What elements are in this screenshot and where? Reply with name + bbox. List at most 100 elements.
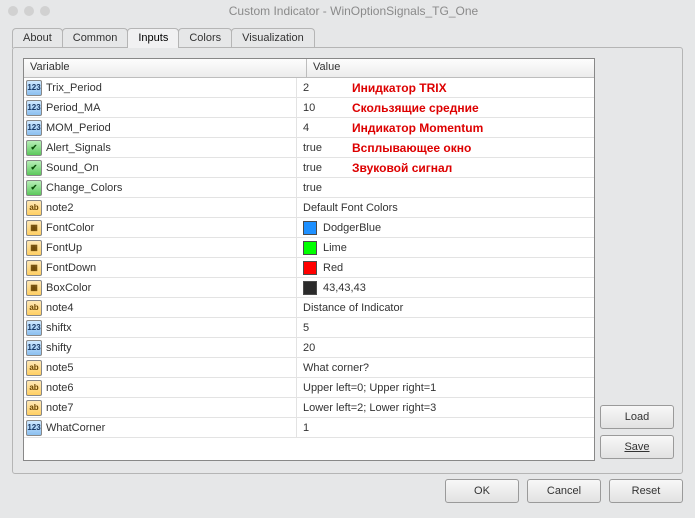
variable-cell[interactable]: abnote4 bbox=[24, 298, 297, 317]
table-row[interactable]: abnote6 Upper left=0; Upper right=1 bbox=[24, 378, 594, 398]
variable-cell[interactable]: ✔Alert_Signals bbox=[24, 138, 297, 157]
value-text: true bbox=[303, 182, 322, 194]
value-cell[interactable]: 20 bbox=[297, 338, 594, 357]
save-button-label: Save bbox=[624, 441, 649, 453]
value-cell[interactable]: trueЗвуковой сигнал bbox=[297, 158, 594, 177]
dialog-buttons: OK Cancel Reset bbox=[445, 476, 683, 506]
table-body: 123Trix_Period2Инидкатор TRIX123Period_M… bbox=[24, 78, 594, 438]
table-row[interactable]: 123shiftx5 bbox=[24, 318, 594, 338]
variable-name: note5 bbox=[46, 362, 74, 374]
table-row[interactable]: ▦BoxColor43,43,43 bbox=[24, 278, 594, 298]
value-cell[interactable]: Lower left=2; Lower right=3 bbox=[297, 398, 594, 417]
value-cell[interactable]: What corner? bbox=[297, 358, 594, 377]
variable-cell[interactable]: ▦FontColor bbox=[24, 218, 297, 237]
variable-cell[interactable]: 123WhatCorner bbox=[24, 418, 297, 437]
tab-colors[interactable]: Colors bbox=[178, 28, 232, 48]
variable-cell[interactable]: ab note7 bbox=[24, 398, 297, 417]
tab-about[interactable]: About bbox=[12, 28, 63, 48]
variable-cell[interactable]: 123Trix_Period bbox=[24, 78, 297, 97]
value-text: Red bbox=[323, 262, 343, 274]
variable-cell[interactable]: 123 shifty bbox=[24, 338, 297, 357]
value-cell[interactable]: Distance of Indicator bbox=[297, 298, 594, 317]
col-type-icon: ▦ bbox=[26, 220, 42, 236]
tab-inputs[interactable]: Inputs bbox=[127, 28, 179, 48]
value-cell[interactable]: Upper left=0; Upper right=1 bbox=[297, 378, 594, 397]
str-type-icon: ab bbox=[26, 300, 42, 316]
table-row[interactable]: ✔Change_Colors true bbox=[24, 178, 594, 198]
variable-cell[interactable]: ✔Change_Colors bbox=[24, 178, 297, 197]
variable-name: note7 bbox=[46, 402, 74, 414]
table-row[interactable]: abnote2 Default Font Colors bbox=[24, 198, 594, 218]
annotation-text: Скользящие средние bbox=[352, 101, 479, 115]
cancel-button[interactable]: Cancel bbox=[527, 479, 601, 503]
value-cell[interactable]: 43,43,43 bbox=[297, 278, 594, 297]
table-row[interactable]: 123Trix_Period2Инидкатор TRIX bbox=[24, 78, 594, 98]
value-text: Lime bbox=[323, 242, 347, 254]
int-type-icon: 123 bbox=[26, 100, 42, 116]
value-cell[interactable]: Default Font Colors bbox=[297, 198, 594, 217]
table-row[interactable]: ✔Sound_OntrueЗвуковой сигнал bbox=[24, 158, 594, 178]
table-row[interactable]: 123WhatCorner 1 bbox=[24, 418, 594, 438]
value-cell[interactable]: DodgerBlue bbox=[297, 218, 594, 237]
value-cell[interactable]: trueВсплывающее окно bbox=[297, 138, 594, 157]
column-variable[interactable]: Variable bbox=[24, 59, 307, 77]
value-cell[interactable]: 10Скользящие средние bbox=[297, 98, 594, 117]
table-row[interactable]: ▦FontDown Red bbox=[24, 258, 594, 278]
value-text: 1 bbox=[303, 422, 309, 434]
table-row[interactable]: ab note7 Lower left=2; Lower right=3 bbox=[24, 398, 594, 418]
ok-button[interactable]: OK bbox=[445, 479, 519, 503]
value-cell[interactable]: true bbox=[297, 178, 594, 197]
close-icon[interactable] bbox=[8, 6, 18, 16]
table-row[interactable]: ✔Alert_SignalstrueВсплывающее окно bbox=[24, 138, 594, 158]
variable-cell[interactable]: abnote5 bbox=[24, 358, 297, 377]
value-text: 2 bbox=[303, 82, 309, 94]
value-text: DodgerBlue bbox=[323, 222, 381, 234]
int-type-icon: 123 bbox=[26, 340, 42, 356]
bool-type-icon: ✔ bbox=[26, 140, 42, 156]
value-cell[interactable]: 5 bbox=[297, 318, 594, 337]
variable-name: shifty bbox=[46, 342, 72, 354]
value-cell[interactable]: Red bbox=[297, 258, 594, 277]
table-row[interactable]: ▦FontColor DodgerBlue bbox=[24, 218, 594, 238]
reset-button[interactable]: Reset bbox=[609, 479, 683, 503]
load-button-label: Load bbox=[625, 411, 649, 423]
variable-cell[interactable]: abnote2 bbox=[24, 198, 297, 217]
tab-visualization[interactable]: Visualization bbox=[231, 28, 315, 48]
value-text: Upper left=0; Upper right=1 bbox=[303, 382, 436, 394]
save-button[interactable]: Save bbox=[600, 435, 674, 459]
variable-cell[interactable]: ▦BoxColor bbox=[24, 278, 297, 297]
value-cell[interactable]: 1 bbox=[297, 418, 594, 437]
variable-cell[interactable]: ▦FontDown bbox=[24, 258, 297, 277]
table-header: Variable Value bbox=[24, 59, 594, 78]
value-text: Distance of Indicator bbox=[303, 302, 403, 314]
inputs-table: Variable Value 123Trix_Period2Инидкатор … bbox=[23, 58, 595, 461]
value-text: Default Font Colors bbox=[303, 202, 398, 214]
value-cell[interactable]: 2Инидкатор TRIX bbox=[297, 78, 594, 97]
bool-type-icon: ✔ bbox=[26, 180, 42, 196]
value-cell[interactable]: 4Индикатор Momentum bbox=[297, 118, 594, 137]
variable-cell[interactable]: ✔Sound_On bbox=[24, 158, 297, 177]
value-cell[interactable]: Lime bbox=[297, 238, 594, 257]
variable-cell[interactable]: abnote6 bbox=[24, 378, 297, 397]
variable-cell[interactable]: 123shiftx bbox=[24, 318, 297, 337]
value-text: Lower left=2; Lower right=3 bbox=[303, 402, 436, 414]
table-row[interactable]: abnote5What corner? bbox=[24, 358, 594, 378]
str-type-icon: ab bbox=[26, 400, 42, 416]
column-value[interactable]: Value bbox=[307, 59, 594, 77]
tab-common[interactable]: Common bbox=[62, 28, 129, 48]
table-row[interactable]: 123Period_MA10Скользящие средние bbox=[24, 98, 594, 118]
variable-cell[interactable]: 123MOM_Period bbox=[24, 118, 297, 137]
load-button[interactable]: Load bbox=[600, 405, 674, 429]
value-text: 4 bbox=[303, 122, 309, 134]
table-row[interactable]: ▦FontUp Lime bbox=[24, 238, 594, 258]
window-body: AboutCommonInputsColorsVisualization Var… bbox=[8, 22, 687, 510]
table-row[interactable]: 123MOM_Period4Индикатор Momentum bbox=[24, 118, 594, 138]
variable-cell[interactable]: ▦FontUp bbox=[24, 238, 297, 257]
value-text: true bbox=[303, 142, 322, 154]
variable-cell[interactable]: 123Period_MA bbox=[24, 98, 297, 117]
variable-name: shiftx bbox=[46, 322, 72, 334]
table-row[interactable]: abnote4 Distance of Indicator bbox=[24, 298, 594, 318]
variable-name: Sound_On bbox=[46, 162, 99, 174]
sidebar-buttons: Load Save bbox=[600, 405, 674, 459]
table-row[interactable]: 123 shifty 20 bbox=[24, 338, 594, 358]
